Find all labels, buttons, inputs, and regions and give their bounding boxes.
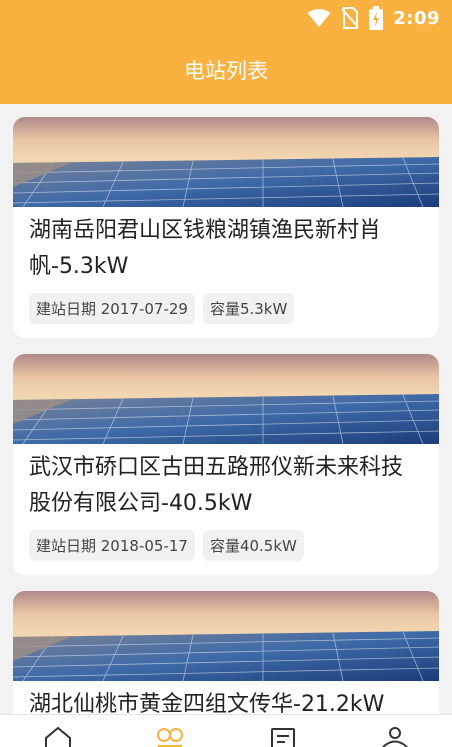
station-card[interactable]: 湖北仙桃市黄金四组文传华-21.2kW [13, 591, 439, 714]
tab-bar [0, 714, 452, 747]
solar-panel-image [13, 354, 439, 444]
status-bar: 2:09 [0, 0, 452, 38]
stations-icon[interactable] [155, 727, 185, 747]
build-date-tag: 建站日期 2017-07-29 [29, 293, 195, 324]
station-card[interactable]: 武汉市硚口区古田五路邢仪新未来科技股份有限公司-40.5kW 建站日期 2018… [13, 354, 439, 575]
solar-panel-image [13, 591, 439, 681]
station-tags: 建站日期 2017-07-29 容量5.3kW [13, 285, 439, 338]
build-date-tag: 建站日期 2018-05-17 [29, 530, 195, 561]
station-title: 湖南岳阳君山区钱粮湖镇渔民新村肖帆-5.3kW [29, 218, 382, 279]
report-icon[interactable] [268, 727, 298, 747]
page-title: 电站列表 [184, 59, 268, 83]
wifi-icon [307, 9, 331, 27]
home-icon[interactable] [43, 727, 73, 747]
station-title: 武汉市硚口区古田五路邢仪新未来科技股份有限公司-40.5kW [29, 455, 404, 516]
station-list[interactable]: 湖南岳阳君山区钱粮湖镇渔民新村肖帆-5.3kW 建站日期 2017-07-29 … [0, 104, 452, 714]
profile-icon[interactable] [380, 727, 410, 747]
capacity-tag: 容量40.5kW [202, 530, 304, 561]
capacity-tag: 容量5.3kW [202, 293, 295, 324]
station-title: 湖北仙桃市黄金四组文传华-21.2kW [29, 692, 385, 714]
no-sim-icon [341, 7, 359, 29]
solar-panel-image [13, 117, 439, 207]
station-tags: 建站日期 2018-05-17 容量40.5kW [13, 522, 439, 575]
status-icons: 2:09 [307, 6, 440, 30]
status-time: 2:09 [393, 7, 440, 29]
app-bar: 电站列表 [0, 38, 452, 104]
station-card[interactable]: 湖南岳阳君山区钱粮湖镇渔民新村肖帆-5.3kW 建站日期 2017-07-29 … [13, 117, 439, 338]
battery-charging-icon [369, 6, 384, 30]
